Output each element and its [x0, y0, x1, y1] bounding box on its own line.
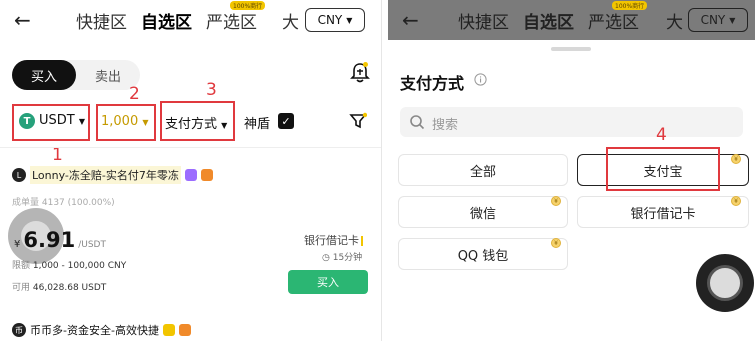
annotation-3: 3 — [206, 80, 217, 100]
coin-badge-icon — [162, 324, 175, 336]
price: 6.91 — [23, 228, 76, 252]
chevron-down-icon: ▼ — [729, 15, 736, 25]
coin-icon: ¥ — [731, 196, 741, 206]
diamond-badge-icon — [184, 169, 197, 181]
chevron-down-icon: ▼ — [346, 15, 353, 25]
trade-toggle: 买入 卖出 — [12, 60, 140, 90]
avatar: 币 — [12, 323, 26, 337]
tab-quick: 快捷区 — [458, 13, 509, 33]
shield-badge-icon — [200, 169, 213, 181]
chevron-down-icon: ▼ — [78, 117, 86, 126]
zone-tabs: 快捷区 自选区 严选区 100%商行 — [76, 1, 266, 33]
search-placeholder: 搜索 — [432, 118, 459, 133]
shield-badge-icon — [178, 324, 191, 336]
payment-option-all[interactable]: 全部 — [398, 154, 568, 186]
payment-option-wechat[interactable]: 微信 — [398, 196, 568, 228]
coin-icon: ¥ — [551, 196, 561, 206]
currency-value: CNY — [317, 13, 343, 27]
merchant-name: 币币多-资金安全-高效快捷 — [30, 324, 159, 337]
left-screen: ← 快捷区 自选区 严选区 100%商行 大 CNY ▼ 买入 卖出 1 2 3 … — [0, 0, 382, 341]
payment-value: 支付方式 — [165, 117, 218, 132]
available-value: 46,028.68 USDT — [32, 283, 107, 293]
top-nav-dimmed: ← 快捷区 自选区 严选区 100%商行 大 CNY ▼ — [388, 0, 755, 40]
tab-badge: 100%商行 — [612, 1, 648, 10]
price-symbol: ¥ — [14, 239, 21, 250]
touch-indicator-inner — [707, 265, 743, 301]
price-row: ¥ 6.91 /USDT — [14, 228, 106, 252]
annotation-4: 4 — [656, 125, 667, 145]
pay-time: ◷ 15分钟 — [322, 250, 362, 263]
price-unit: /USDT — [78, 240, 106, 250]
annotation-2: 2 — [129, 84, 140, 104]
buy-button[interactable]: 买入 — [288, 270, 368, 294]
limit-value: 1,000 - 100,000 CNY — [32, 261, 127, 271]
avatar: L — [12, 168, 26, 182]
currency-value: CNY — [700, 13, 726, 27]
payment-color-bar — [361, 236, 363, 246]
merchant-row[interactable]: 币 币币多-资金安全-高效快捷 — [12, 322, 191, 338]
merchant-row[interactable]: L Lonny-冻全赔-实名付7年零冻 — [12, 166, 213, 184]
merchant-name: Lonny-冻全赔-实名付7年零冻 — [30, 166, 181, 184]
clock-icon: ◷ — [322, 253, 330, 263]
search-icon — [410, 115, 425, 130]
tab-favorite: 自选区 — [523, 13, 574, 33]
tether-icon: T — [19, 113, 35, 129]
info-icon[interactable] — [474, 73, 487, 86]
payment-option-qq-wallet[interactable]: QQ 钱包 — [398, 238, 568, 270]
limit-label: 限额 — [12, 261, 31, 271]
available-row: 可用 46,028.68 USDT — [12, 280, 106, 293]
payment-option-bank-card[interactable]: 银行借记卡 — [577, 196, 749, 228]
buy-tab[interactable]: 买入 — [12, 60, 76, 90]
payment-method: 银行借记卡 — [304, 232, 363, 248]
tab-big: 大 — [666, 13, 683, 33]
tab-selected: 严选区 100%商行 — [588, 1, 648, 33]
coin-icon: ¥ — [551, 238, 561, 248]
zone-tabs: 快捷区 自选区 严选区 100%商行 — [458, 1, 648, 33]
payment-method-label: 银行借记卡 — [304, 234, 359, 247]
available-label: 可用 — [12, 283, 31, 293]
tab-selected-label: 严选区 — [206, 13, 257, 33]
annotation-1: 1 — [52, 145, 63, 165]
back-arrow-icon: ← — [402, 8, 419, 32]
tab-badge: 100%商行 — [230, 1, 266, 10]
chevron-down-icon: ▼ — [221, 121, 228, 130]
limit-row: 限额 1,000 - 100,000 CNY — [12, 258, 126, 271]
tab-big[interactable]: 大 — [282, 8, 299, 33]
amount-value: 1,000 — [101, 114, 139, 129]
shield-label: 神盾 — [244, 117, 271, 132]
order-stats: 成单量 4137 (100.00%) — [12, 198, 115, 208]
highlight-box-4 — [606, 147, 720, 191]
notification-dot — [363, 62, 368, 67]
asset-value: USDT — [39, 113, 75, 128]
tab-selected[interactable]: 严选区 100%商行 — [206, 1, 266, 33]
sheet-title: 支付方式 — [400, 74, 465, 93]
shield-checkbox[interactable]: ✓ — [278, 113, 294, 129]
tab-selected-label: 严选区 — [588, 13, 639, 33]
filter-icon[interactable] — [349, 112, 367, 130]
top-nav: ← 快捷区 自选区 严选区 100%商行 大 CNY ▼ — [0, 0, 381, 40]
pay-time-value: 15分钟 — [332, 253, 363, 263]
divider — [0, 147, 381, 148]
sheet-handle[interactable] — [551, 47, 591, 51]
tab-favorite[interactable]: 自选区 — [141, 8, 192, 33]
currency-select: CNY ▼ — [688, 8, 748, 32]
coin-icon: ¥ — [731, 154, 741, 164]
payment-select[interactable]: 支付方式 ▼ — [165, 113, 227, 132]
asset-select[interactable]: USDT ▼ — [39, 113, 85, 128]
amount-select[interactable]: 1,000 ▼ — [101, 114, 149, 129]
chevron-down-icon: ▼ — [142, 118, 149, 127]
currency-select[interactable]: CNY ▼ — [305, 8, 365, 32]
tab-quick[interactable]: 快捷区 — [76, 8, 127, 33]
back-arrow-icon[interactable]: ← — [14, 8, 31, 32]
